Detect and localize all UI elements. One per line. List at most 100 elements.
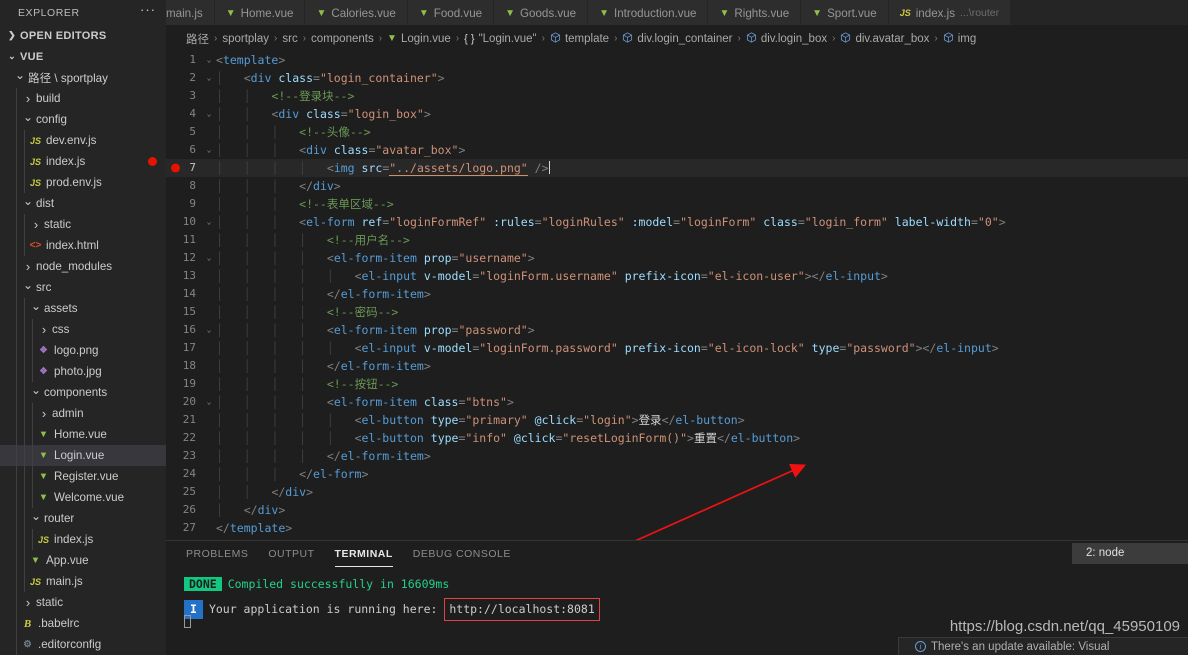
panel-tabbar: PROBLEMS OUTPUT TERMINAL DEBUG CONSOLE	[166, 541, 1188, 568]
chevron-right-icon: ›	[41, 406, 47, 421]
tree-item-editorconfig[interactable]: ⚙ .editorconfig	[0, 634, 166, 655]
tree-item-babelrc[interactable]: B .babelrc	[0, 613, 166, 634]
fold-chevron-icon[interactable]: ⌄	[202, 213, 216, 231]
tree-item-label: config	[36, 113, 67, 126]
tree-item-dev-env-js[interactable]: JS dev.env.js	[0, 130, 166, 151]
tree-item-register-vue[interactable]: ▼ Register.vue	[0, 466, 166, 487]
vue-section[interactable]: ⌄ VUE	[0, 46, 166, 67]
code-line: 9 │ │ │ <!--表单区域-->	[166, 195, 1188, 213]
babel-file-icon: B	[23, 617, 32, 630]
tree-item-label: src	[36, 281, 52, 294]
tree-item-dist[interactable]: ⌄ dist	[0, 193, 166, 214]
vue-file-icon: ▼	[316, 7, 327, 19]
code-text: │ │ │ │ <!--密码-->	[216, 305, 399, 319]
tree-item-home-vue[interactable]: ▼ Home.vue	[0, 424, 166, 445]
tree-item-login-vue[interactable]: ▼ Login.vue	[0, 445, 166, 466]
symbol-cube-icon	[840, 31, 851, 46]
tree-item-config[interactable]: ⌄ config	[0, 109, 166, 130]
tree-item-prod-env-js[interactable]: JS prod.env.js	[0, 172, 166, 193]
breakpoint-dot[interactable]	[171, 163, 180, 173]
tree-item-static[interactable]: › static	[0, 214, 166, 235]
tree-item-index-js[interactable]: JS index.js	[0, 151, 166, 172]
code-line: 19 │ │ │ │ <!--按钮-->	[166, 375, 1188, 393]
panel-tab-label: OUTPUT	[268, 547, 315, 560]
code-editor[interactable]: 1 ⌄ <template> 2 ⌄ │ <div class="login_contai…	[166, 51, 1188, 540]
breadcrumb-item[interactable]: 路径	[186, 31, 209, 47]
code-text: │ │ │ │ │ <el-button type="info" @click=…	[216, 431, 801, 445]
tab-rights-vue[interactable]: ▼ Rights.vue	[708, 0, 802, 25]
fold-chevron-icon[interactable]: ⌄	[202, 69, 216, 87]
fold-chevron-icon[interactable]: ⌄	[202, 393, 216, 411]
chevron-right-icon: ›	[41, 322, 47, 337]
fold-chevron-icon[interactable]: ⌄	[202, 321, 216, 339]
tab-index-js[interactable]: JS index.js ...\router	[888, 0, 1012, 25]
breadcrumb-item[interactable]: div.login_container	[622, 31, 732, 46]
update-notification[interactable]: i There's an update available: Visual	[898, 637, 1188, 655]
tree-item-label: assets	[44, 302, 78, 315]
indent-guide	[16, 130, 17, 151]
tree-item-sportplay[interactable]: ⌄ 路径 \ sportplay	[0, 67, 166, 88]
breadcrumb-item[interactable]: ▼ Login.vue	[387, 33, 451, 45]
fold-chevron-icon[interactable]: ⌄	[202, 141, 216, 159]
tree-item-build[interactable]: › build	[0, 88, 166, 109]
tree-item-components[interactable]: ⌄ components	[0, 382, 166, 403]
tree-item-label: index.html	[46, 239, 99, 252]
tree-item-logo-png[interactable]: ❖ logo.png	[0, 340, 166, 361]
fold-chevron-icon[interactable]: ⌄	[202, 51, 216, 69]
tab-food-vue[interactable]: ▼ Food.vue	[407, 0, 495, 25]
tree-item-assets[interactable]: ⌄ assets	[0, 298, 166, 319]
breadcrumb-item[interactable]: img	[943, 31, 976, 46]
tree-item-css[interactable]: › css	[0, 319, 166, 340]
breadcrumb-item[interactable]: div.avatar_box	[840, 31, 929, 46]
breadcrumb-item[interactable]: { } "Login.vue"	[464, 33, 536, 45]
tree-item-src[interactable]: ⌄ src	[0, 277, 166, 298]
tab-home-vue[interactable]: ▼ Home.vue	[214, 0, 306, 25]
tree-item-photo-jpg[interactable]: ❖ photo.jpg	[0, 361, 166, 382]
open-editors-section[interactable]: ❯ OPEN EDITORS	[0, 26, 166, 47]
breadcrumb-item[interactable]: sportplay	[222, 33, 269, 45]
js-file-icon: JS	[899, 8, 911, 18]
tree-item-router[interactable]: ⌄ router	[0, 508, 166, 529]
indent-guide	[16, 382, 17, 403]
fold-chevron-icon[interactable]: ⌄	[202, 249, 216, 267]
code-text: │ │ │ <el-form ref="loginFormRef" :rules…	[216, 215, 1006, 229]
code-line: 4 ⌄ │ │ <div class="login_box">	[166, 105, 1188, 123]
breadcrumb-item[interactable]: template	[550, 31, 609, 46]
more-actions-icon[interactable]: ···	[140, 3, 156, 19]
tab-sport-vue[interactable]: ▼ Sport.vue	[801, 0, 889, 25]
tree-item-index-js[interactable]: JS index.js	[0, 529, 166, 550]
panel-tab-output[interactable]: OUTPUT	[268, 545, 314, 565]
breadcrumb-item[interactable]: src	[282, 33, 297, 45]
breadcrumb-item[interactable]: components	[311, 33, 374, 45]
terminal-selector[interactable]: 2: node	[1072, 543, 1188, 564]
line-number: 18	[182, 359, 196, 372]
tab-goods-vue[interactable]: ▼ Goods.vue	[494, 0, 589, 25]
tab-introduction-vue[interactable]: ▼ Introduction.vue	[588, 0, 709, 25]
tree-item-main-js[interactable]: JS main.js	[0, 571, 166, 592]
tree-item-static[interactable]: › static	[0, 592, 166, 613]
panel-tab-problems[interactable]: PROBLEMS	[186, 545, 248, 565]
localhost-url[interactable]: http://localhost:8081	[444, 598, 600, 621]
tree-item-index-html[interactable]: <> index.html	[0, 235, 166, 256]
explorer-title: EXPLORER	[18, 6, 80, 19]
panel-tab-terminal[interactable]: TERMINAL	[334, 545, 394, 567]
tab-calories-vue[interactable]: ▼ Calories.vue	[305, 0, 408, 25]
vue-file-icon: ▼	[38, 492, 49, 503]
indent-guide	[24, 340, 25, 361]
panel-tab-debug-console[interactable]: DEBUG CONSOLE	[413, 545, 511, 565]
running-message: Your application is running here:	[208, 602, 438, 616]
indent-guide	[16, 151, 17, 172]
code-text: </template>	[216, 521, 293, 535]
terminal-cursor	[184, 615, 191, 628]
tree-item-node-modules[interactable]: › node_modules	[0, 256, 166, 277]
fold-chevron-icon[interactable]: ⌄	[202, 105, 216, 123]
tree-item-admin[interactable]: › admin	[0, 403, 166, 424]
line-number: 6	[189, 143, 196, 156]
breadcrumb-item[interactable]: div.login_box	[746, 31, 828, 46]
tree-item-app-vue[interactable]: ▼ App.vue	[0, 550, 166, 571]
indent-guide	[16, 634, 17, 655]
tab-main-js[interactable]: main.js	[166, 0, 215, 25]
breadcrumb-label: div.login_box	[760, 32, 828, 45]
tab-label: Sport.vue	[827, 6, 877, 20]
tree-item-welcome-vue[interactable]: ▼ Welcome.vue	[0, 487, 166, 508]
